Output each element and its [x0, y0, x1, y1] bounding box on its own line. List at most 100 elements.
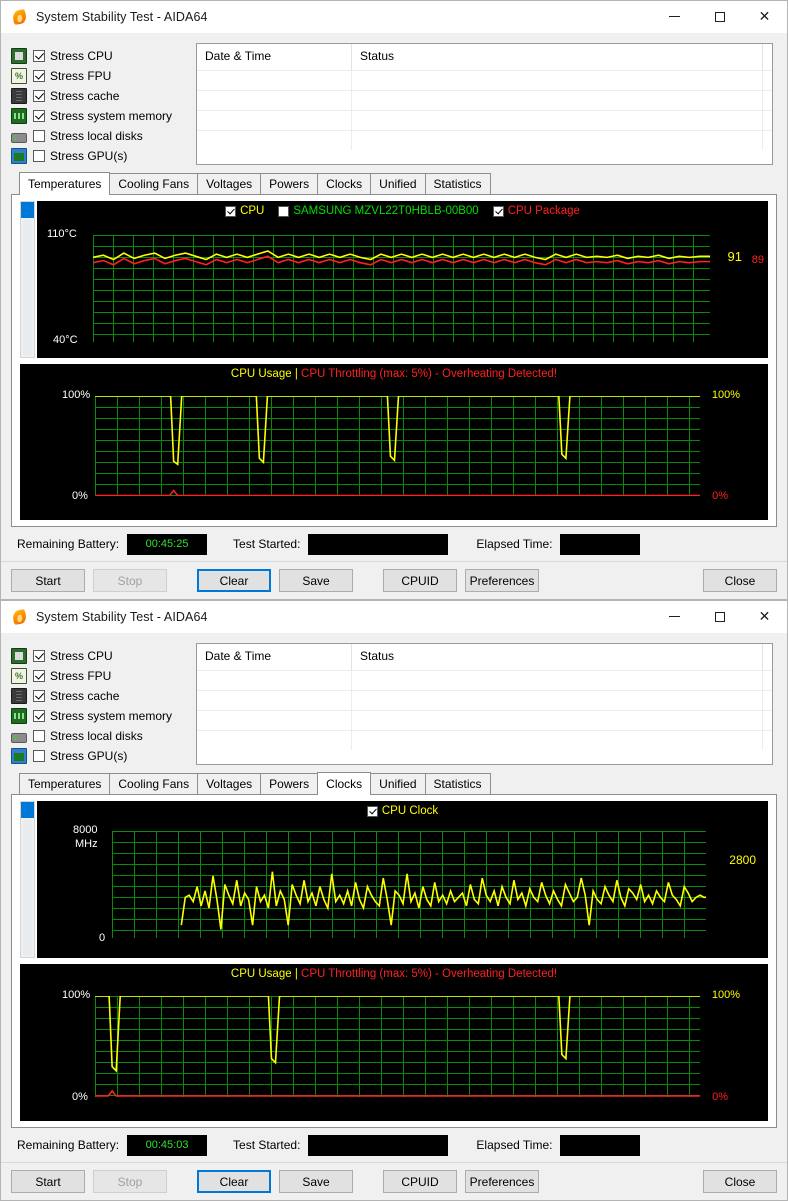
- stress-option-cpu[interactable]: Stress CPU: [11, 646, 176, 666]
- tab-voltages[interactable]: Voltages: [197, 773, 262, 794]
- legend-ssd-checkbox[interactable]: [278, 205, 290, 217]
- stress-option-fpu[interactable]: % Stress FPU: [11, 66, 176, 86]
- maximize-icon[interactable]: [697, 1, 742, 33]
- close-button[interactable]: Close: [703, 1170, 777, 1193]
- legend-item-cpu[interactable]: CPU: [225, 205, 264, 217]
- temperature-plot[interactable]: CPU SAMSUNG MZVL22T0HBLB-00B00 CPU Packa…: [37, 201, 768, 358]
- stress-cache-checkbox[interactable]: [33, 690, 45, 702]
- usage-plot[interactable]: CPU Usage | CPU Throttling (max: 5%) - O…: [20, 363, 768, 520]
- legend-label: CPU Clock: [381, 805, 439, 817]
- minimize-icon[interactable]: [652, 601, 697, 633]
- legend-item-cpu-clock[interactable]: CPU Clock: [366, 805, 439, 817]
- battery-label: Remaining Battery:: [17, 537, 120, 551]
- cpuid-button[interactable]: CPUID: [383, 1170, 457, 1193]
- legend-cpu-checkbox[interactable]: [225, 205, 237, 217]
- tab-clocks[interactable]: Clocks: [317, 772, 372, 795]
- minimize-icon[interactable]: [652, 1, 697, 33]
- column-header-status[interactable]: Status: [352, 44, 763, 70]
- save-button[interactable]: Save: [279, 569, 353, 592]
- tab-voltages[interactable]: Voltages: [197, 173, 262, 194]
- sensor-scrollbar[interactable]: [20, 801, 35, 958]
- stability-test-window-top[interactable]: System Stability Test - AIDA64 ✕ Stress …: [0, 0, 788, 600]
- stress-option-label: Stress FPU: [50, 69, 112, 83]
- tab-clocks[interactable]: Clocks: [317, 173, 372, 194]
- table-row[interactable]: [197, 730, 772, 750]
- stress-option-cpu[interactable]: Stress CPU: [11, 46, 176, 66]
- table-row[interactable]: [197, 670, 772, 690]
- stress-cpu-checkbox[interactable]: [33, 650, 45, 662]
- stress-option-memory[interactable]: Stress system memory: [11, 106, 176, 126]
- stress-memory-checkbox[interactable]: [33, 710, 45, 722]
- stress-disks-checkbox[interactable]: [33, 730, 45, 742]
- close-icon[interactable]: ✕: [742, 601, 787, 633]
- stress-option-memory[interactable]: Stress system memory: [11, 706, 176, 726]
- clear-button[interactable]: Clear: [197, 569, 271, 592]
- stress-gpu-checkbox[interactable]: [33, 150, 45, 162]
- stability-test-window-bottom[interactable]: System Stability Test - AIDA64 ✕ Stress …: [0, 600, 788, 1201]
- clear-button[interactable]: Clear: [197, 1170, 271, 1193]
- clock-plot[interactable]: CPU Clock 8000 MHz 0 2800: [37, 801, 768, 958]
- titlebar[interactable]: System Stability Test - AIDA64 ✕: [1, 601, 787, 633]
- sensor-scrollbar[interactable]: [20, 201, 35, 358]
- titlebar[interactable]: System Stability Test - AIDA64 ✕: [1, 1, 787, 33]
- stress-option-cache[interactable]: Stress cache: [11, 686, 176, 706]
- stress-option-label: Stress local disks: [50, 129, 143, 143]
- table-row[interactable]: [197, 90, 772, 110]
- usage-plot[interactable]: CPU Usage | CPU Throttling (max: 5%) - O…: [20, 964, 768, 1121]
- legend-cpu-clock-checkbox[interactable]: [366, 805, 378, 817]
- start-button[interactable]: Start: [11, 1170, 85, 1193]
- stress-disks-checkbox[interactable]: [33, 130, 45, 142]
- window-controls: ✕: [652, 1, 787, 33]
- tab-powers[interactable]: Powers: [260, 773, 319, 794]
- tab-unified[interactable]: Unified: [370, 173, 426, 194]
- close-icon[interactable]: ✕: [742, 1, 787, 33]
- cpuid-button[interactable]: CPUID: [383, 569, 457, 592]
- table-row[interactable]: [197, 690, 772, 710]
- legend-cpu-package-checkbox[interactable]: [492, 205, 504, 217]
- tab-temperatures[interactable]: Temperatures: [19, 172, 111, 195]
- tab-unified[interactable]: Unified: [370, 773, 426, 794]
- tab-cooling-fans[interactable]: Cooling Fans: [109, 773, 199, 794]
- stress-option-gpu[interactable]: Stress GPU(s): [11, 746, 176, 766]
- tab-statistics[interactable]: Statistics: [424, 773, 491, 794]
- start-button[interactable]: Start: [11, 569, 85, 592]
- scrollbar-thumb[interactable]: [21, 802, 34, 818]
- table-row[interactable]: [197, 710, 772, 730]
- table-row[interactable]: [197, 110, 772, 130]
- maximize-icon[interactable]: [697, 601, 742, 633]
- close-button[interactable]: Close: [703, 569, 777, 592]
- legend-item-cpu-package[interactable]: CPU Package: [492, 205, 580, 217]
- window-controls: ✕: [652, 601, 787, 633]
- tab-temperatures[interactable]: Temperatures: [19, 773, 111, 794]
- elapsed-time-value: [560, 1134, 641, 1156]
- stress-gpu-checkbox[interactable]: [33, 750, 45, 762]
- event-log-table[interactable]: Date & Time Status: [196, 43, 773, 165]
- stress-fpu-checkbox[interactable]: [33, 670, 45, 682]
- tab-powers[interactable]: Powers: [260, 173, 319, 194]
- save-button[interactable]: Save: [279, 1170, 353, 1193]
- tab-statistics[interactable]: Statistics: [424, 173, 491, 194]
- event-log-table[interactable]: Date & Time Status: [196, 643, 773, 765]
- stress-option-label: Stress FPU: [50, 669, 112, 683]
- column-header-datetime[interactable]: Date & Time: [197, 644, 352, 670]
- stress-option-disks[interactable]: Stress local disks: [11, 126, 176, 146]
- preferences-button[interactable]: Preferences: [465, 1170, 539, 1193]
- stress-option-cache[interactable]: Stress cache: [11, 86, 176, 106]
- stress-cpu-checkbox[interactable]: [33, 50, 45, 62]
- column-header-datetime[interactable]: Date & Time: [197, 44, 352, 70]
- stress-memory-checkbox[interactable]: [33, 110, 45, 122]
- stress-option-gpu[interactable]: Stress GPU(s): [11, 146, 176, 166]
- scrollbar-thumb[interactable]: [21, 202, 34, 218]
- stress-option-fpu[interactable]: % Stress FPU: [11, 666, 176, 686]
- legend-item-ssd[interactable]: SAMSUNG MZVL22T0HBLB-00B00: [278, 205, 479, 217]
- cpu-icon: [11, 48, 27, 64]
- table-row[interactable]: [197, 130, 772, 150]
- stress-fpu-checkbox[interactable]: [33, 70, 45, 82]
- table-row[interactable]: [197, 70, 772, 90]
- graph-area: CPU Clock 8000 MHz 0 2800 CPU Usage | CP…: [11, 795, 777, 1128]
- stress-cache-checkbox[interactable]: [33, 90, 45, 102]
- tab-cooling-fans[interactable]: Cooling Fans: [109, 173, 199, 194]
- stress-option-disks[interactable]: Stress local disks: [11, 726, 176, 746]
- preferences-button[interactable]: Preferences: [465, 569, 539, 592]
- column-header-status[interactable]: Status: [352, 644, 763, 670]
